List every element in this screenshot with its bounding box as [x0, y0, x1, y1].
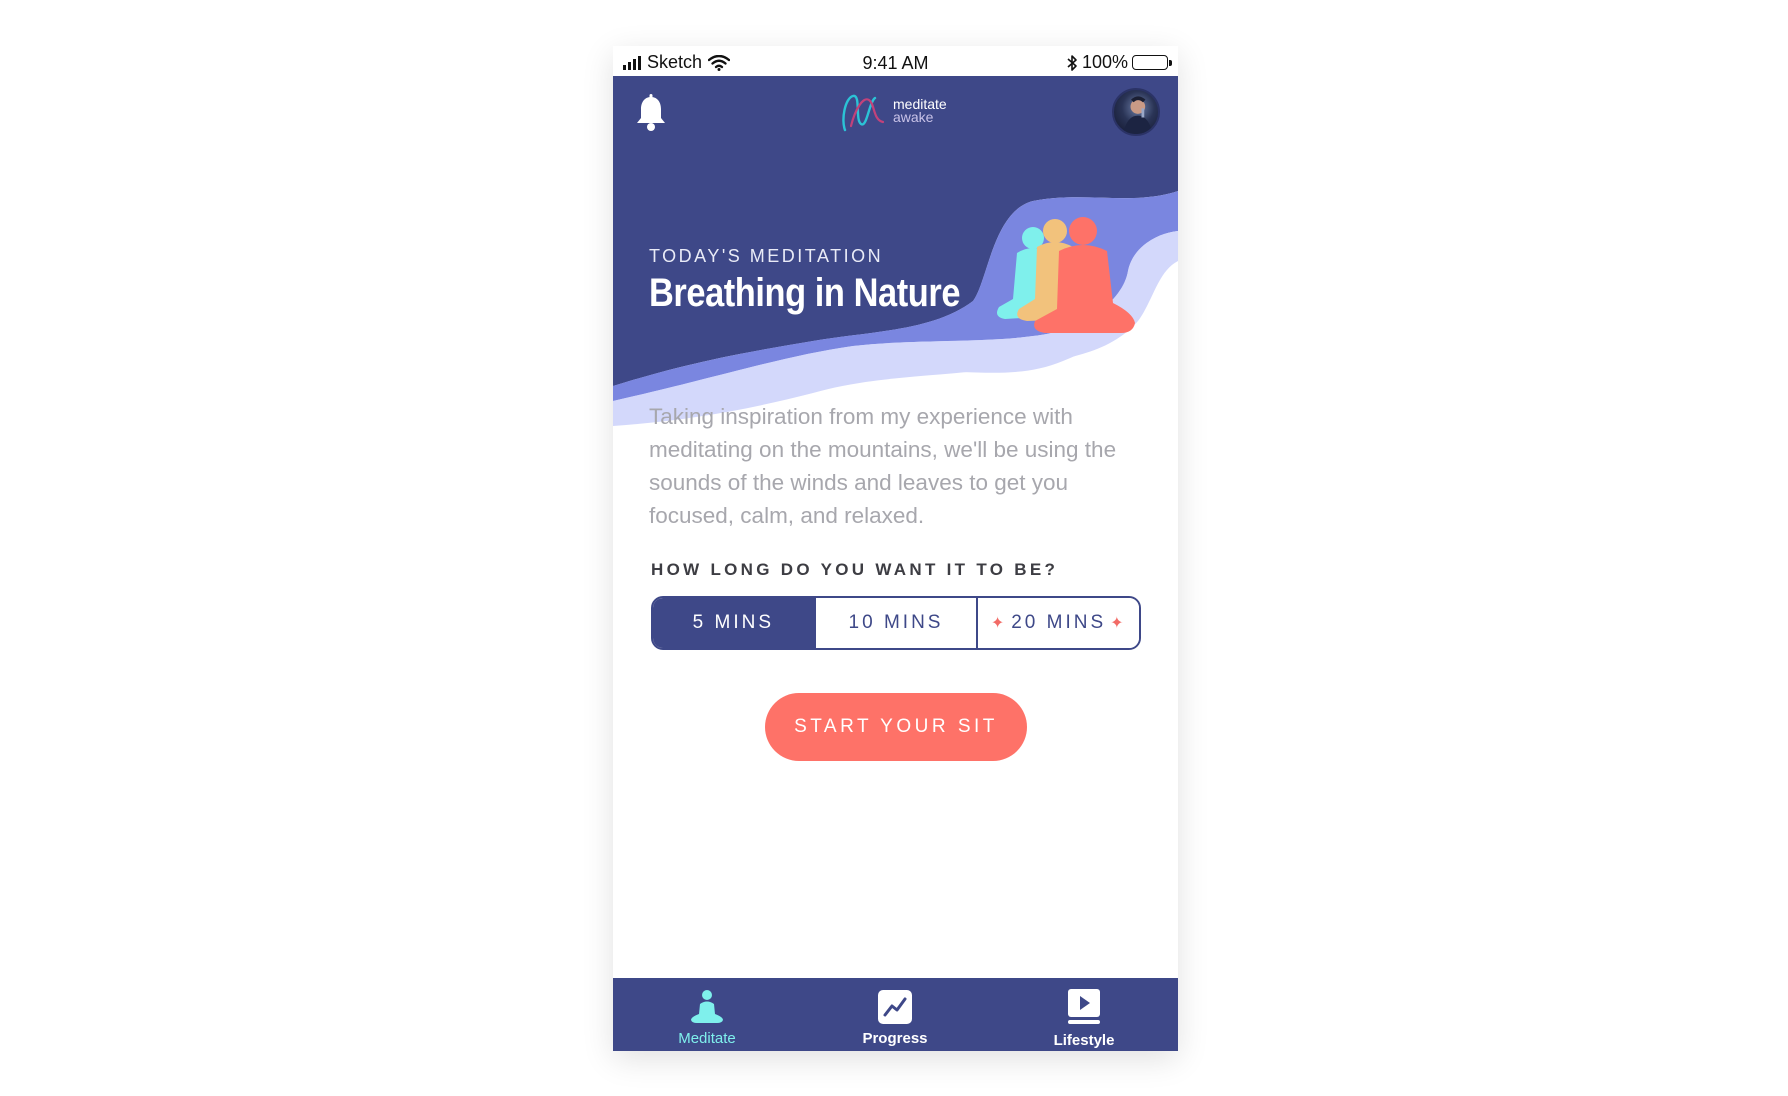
duration-question: HOW LONG DO YOU WANT IT TO BE? [651, 560, 1059, 579]
tab-progress[interactable]: Progress [801, 978, 989, 1051]
tab-meditate[interactable]: Meditate [613, 978, 801, 1051]
tab-progress-label: Progress [862, 1030, 928, 1047]
user-avatar[interactable] [1112, 88, 1160, 136]
hero-eyebrow: TODAY'S MEDITATION [649, 246, 884, 266]
duration-option-20-label: 20 MINS [1011, 612, 1107, 633]
tab-lifestyle[interactable]: Lifestyle [990, 978, 1178, 1051]
duration-option-10-label: 10 MINS [848, 612, 944, 633]
avatar-photo [1123, 96, 1153, 134]
bluetooth-icon [1067, 54, 1077, 71]
status-bar: Sketch 9:41 AM 100% [613, 46, 1178, 76]
duration-option-5[interactable]: 5 MINS [653, 598, 814, 648]
meditation-description: Taking inspiration from my experience wi… [649, 404, 1117, 528]
battery-percent: 100% [1081, 52, 1128, 72]
tab-lifestyle-label: Lifestyle [1053, 1032, 1115, 1049]
status-right: 100% [1066, 52, 1172, 73]
progress-chart-icon [878, 990, 912, 1024]
play-video-icon [1068, 989, 1100, 1024]
sparkle-icon: ✦ [1110, 615, 1127, 632]
meditation-title: Breathing in Nature [649, 271, 961, 315]
battery-icon [1132, 55, 1172, 70]
sparkle-icon: ✦ [990, 615, 1008, 632]
duration-option-5-label: 5 MINS [692, 612, 775, 633]
start-sit-button[interactable]: START YOUR SIT [765, 693, 1027, 761]
phone-screen: Sketch 9:41 AM 100% meditate awake TODAY… [613, 46, 1178, 1051]
logo-mark-icon [842, 94, 885, 132]
app-logo: meditate awake [839, 90, 947, 132]
meditate-icon [691, 990, 723, 1023]
duration-option-10[interactable]: 10 MINS [813, 598, 977, 648]
duration-option-20[interactable]: ✦ 20 MINS ✦ [976, 598, 1139, 648]
notification-bell-icon[interactable] [635, 94, 667, 134]
start-sit-label: START YOUR SIT [794, 716, 998, 737]
duration-selector: 5 MINS 10 MINS ✦ 20 MINS ✦ [651, 596, 1141, 650]
bottom-tab-bar: Meditate Progress Lifestyle [613, 978, 1178, 1051]
app-header: meditate awake [613, 76, 1178, 171]
tab-meditate-label: Meditate [678, 1030, 736, 1047]
logo-text-line2: awake [893, 109, 934, 125]
